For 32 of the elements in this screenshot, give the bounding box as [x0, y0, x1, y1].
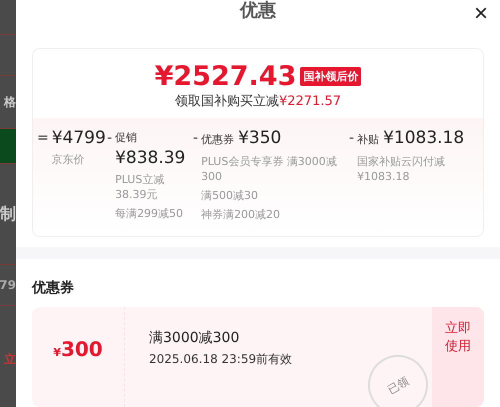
operator-sign: - [193, 129, 198, 148]
close-button[interactable]: × [472, 2, 490, 26]
coupon-validity: 2025.06.18 23:59前有效 [149, 351, 294, 368]
coupon-value: ¥300 [53, 337, 103, 363]
saving-text: 领取国补购买立减¥2271.57 [174, 93, 342, 110]
term-amount: ¥350 [238, 128, 282, 148]
backdrop-text: 79 [0, 278, 16, 292]
term-amount: ¥838.39 [115, 148, 186, 168]
term-label: 补贴 [357, 132, 380, 148]
operator-sign: - [349, 129, 354, 148]
coupon-title: 满3000减300 [149, 329, 240, 347]
backdrop-text: 立 [4, 351, 16, 368]
term-note: PLUS立减38.39元 [115, 172, 166, 202]
final-price: ¥2527.43 [154, 61, 296, 92]
term-amount: ¥4799 [52, 128, 106, 148]
backdrop-text: 制 [0, 204, 16, 224]
term-amount: ¥1083.18 [383, 128, 464, 148]
operator-sign: = [37, 129, 49, 148]
term-note: 满500减30 [201, 188, 260, 203]
term-label: 京东价 [52, 152, 86, 167]
operator-sign: - [107, 129, 112, 148]
section-heading: 优惠券 [32, 279, 75, 297]
term-note: 每满299减50 [115, 206, 184, 221]
sheet-title: 优惠 [240, 0, 276, 22]
term-note: PLUS会员专享券 满3000减300 [201, 154, 338, 184]
term-label: 优惠券 [201, 132, 234, 148]
term-note: 国家补贴云闪付减¥1083.18 [357, 154, 446, 184]
term-label: 促销 [115, 130, 138, 146]
use-now-button[interactable]: 立即使用 [432, 307, 484, 407]
price-badge: 国补领后价 [300, 67, 362, 86]
backdrop-text: 格 [4, 94, 16, 110]
term-note: 神券满200减20 [201, 207, 282, 222]
